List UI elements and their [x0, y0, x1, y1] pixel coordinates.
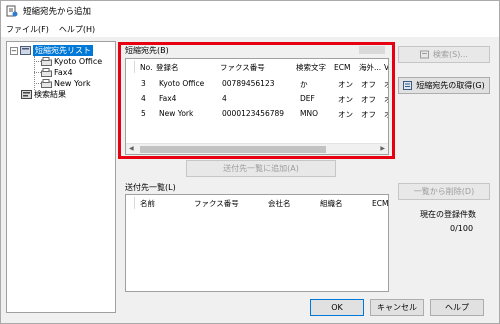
- help-button[interactable]: ヘルプ: [430, 299, 484, 316]
- fax-contact-icon: [41, 79, 52, 88]
- col-header-v[interactable]: V: [384, 63, 388, 72]
- registered-count-label: 現在の登録件数: [420, 210, 476, 219]
- address-tree[interactable]: − 短縮宛先リスト Kyoto Office Fax4 New York 検索結…: [6, 41, 116, 313]
- cell-no: 4: [141, 94, 146, 103]
- cancel-button[interactable]: キャンセル: [370, 299, 424, 316]
- search-icon: [420, 50, 430, 59]
- remove-from-list-button[interactable]: 一覧から削除(D): [398, 183, 490, 200]
- fax-contact-icon: [41, 68, 52, 77]
- scroll-left-icon[interactable]: ◀: [129, 145, 134, 152]
- search-results-icon: [21, 90, 32, 99]
- col-header-dest-org[interactable]: 組織名: [320, 198, 343, 209]
- search-button[interactable]: 検索(S)...: [398, 46, 490, 63]
- dest-group-label: 送付先一覧(L): [125, 183, 176, 192]
- abbrev-group-label: 短縮宛先(B): [125, 46, 169, 55]
- app-icon: [6, 5, 18, 17]
- blurred-caption: [359, 46, 385, 54]
- cell-v: オ: [384, 94, 388, 105]
- get-abbrev-button[interactable]: 短縮宛先の取得(G): [398, 77, 490, 94]
- cell-v: オ: [384, 79, 388, 90]
- menu-bar: ファイル(F) ヘルプ(H): [1, 21, 499, 37]
- destination-list[interactable]: 名前 ファクス番号 会社名 組織名 ECM: [125, 194, 389, 292]
- col-header-fax[interactable]: ファクス番号: [220, 62, 265, 73]
- menu-file[interactable]: ファイル(F): [1, 24, 54, 35]
- tree-connector: [34, 61, 41, 62]
- tree-item-root[interactable]: − 短縮宛先リスト: [10, 45, 93, 56]
- col-header-dest-name[interactable]: 名前: [140, 198, 155, 209]
- col-header-search[interactable]: 検索文字: [296, 62, 326, 73]
- cell-v: オ: [384, 109, 388, 120]
- dest-list-header: 名前 ファクス番号 会社名 組織名 ECM: [126, 195, 388, 211]
- tree-label-newyork: New York: [54, 79, 91, 88]
- dialog-window: 短縮宛先から追加 ファイル(F) ヘルプ(H) − 短縮宛先リスト Kyoto …: [0, 0, 500, 324]
- col-header-dest-fax[interactable]: ファクス番号: [194, 198, 239, 209]
- table-row[interactable]: 4 Fax4 4 DEF オン オフ オ: [126, 91, 388, 106]
- cell-fax: 0000123456789: [222, 109, 285, 118]
- col-header-dest-company[interactable]: 会社名: [268, 198, 291, 209]
- cell-name: New York: [159, 109, 194, 118]
- cell-no: 3: [141, 79, 146, 88]
- cell-search: か: [300, 80, 308, 89]
- table-row[interactable]: 3 Kyoto Office 00789456123 か オン オフ オ: [126, 76, 388, 91]
- collapse-icon[interactable]: −: [10, 46, 18, 55]
- tree-label-kyoto: Kyoto Office: [54, 57, 103, 66]
- tree-connector: [34, 72, 41, 73]
- col-header-dest-ecm[interactable]: ECM: [372, 199, 388, 208]
- abbrev-hscrollbar[interactable]: ◀ ▶: [126, 143, 388, 154]
- fax-contact-icon: [41, 57, 52, 66]
- get-abbrev-button-label: 短縮宛先の取得(G): [416, 81, 485, 90]
- abbrev-list[interactable]: No. 登録名 ファクス番号 検索文字 ECM 海外... V 3 Kyoto …: [125, 58, 389, 155]
- scroll-right-icon[interactable]: ▶: [380, 145, 385, 152]
- tree-item-search-results[interactable]: 検索結果: [21, 89, 66, 100]
- cell-ecm: オン: [338, 80, 353, 89]
- header-separator: [134, 61, 135, 73]
- add-to-destination-button[interactable]: 送付先一覧に追加(A): [186, 160, 336, 177]
- address-book-icon: [20, 46, 31, 55]
- col-header-no[interactable]: No.: [140, 63, 152, 72]
- cell-search: MNO: [300, 109, 318, 118]
- table-row[interactable]: 5 New York 0000123456789 MNO オン オフ オ: [126, 106, 388, 121]
- cell-name: Fax4: [159, 94, 177, 103]
- tree-item-kyoto[interactable]: Kyoto Office: [41, 56, 102, 67]
- cell-fax: 4: [222, 94, 227, 103]
- ok-button[interactable]: OK: [310, 299, 364, 316]
- cell-no: 5: [141, 109, 146, 118]
- cell-fax: 00789456123: [222, 79, 275, 88]
- cell-ecm: オン: [338, 95, 353, 104]
- tree-connector: [34, 83, 41, 84]
- download-list-icon: [403, 81, 413, 90]
- menu-help[interactable]: ヘルプ(H): [54, 24, 100, 35]
- cell-name: Kyoto Office: [159, 79, 205, 88]
- header-separator: [134, 197, 135, 209]
- cell-search: DEF: [300, 94, 315, 103]
- col-header-overseas[interactable]: 海外...: [359, 62, 381, 73]
- col-header-name[interactable]: 登録名: [156, 62, 179, 73]
- tree-label-search-results: 検索結果: [34, 90, 66, 99]
- title-bar: 短縮宛先から追加: [1, 1, 499, 21]
- cell-overseas: オフ: [361, 110, 376, 119]
- tree-label-root: 短縮宛先リスト: [33, 45, 93, 56]
- registered-count-value: 0/100: [450, 224, 474, 233]
- col-header-ecm[interactable]: ECM: [334, 63, 350, 72]
- cell-overseas: オフ: [361, 80, 376, 89]
- cell-overseas: オフ: [361, 95, 376, 104]
- window-title: 短縮宛先から追加: [23, 7, 92, 17]
- tree-label-fax4: Fax4: [54, 68, 73, 77]
- search-button-label: 検索(S)...: [433, 50, 468, 59]
- scroll-thumb[interactable]: [140, 146, 326, 153]
- tree-item-newyork[interactable]: New York: [41, 78, 91, 89]
- abbrev-list-header: No. 登録名 ファクス番号 検索文字 ECM 海外... V: [126, 59, 388, 75]
- cell-ecm: オン: [338, 110, 353, 119]
- tree-item-fax4[interactable]: Fax4: [41, 67, 73, 78]
